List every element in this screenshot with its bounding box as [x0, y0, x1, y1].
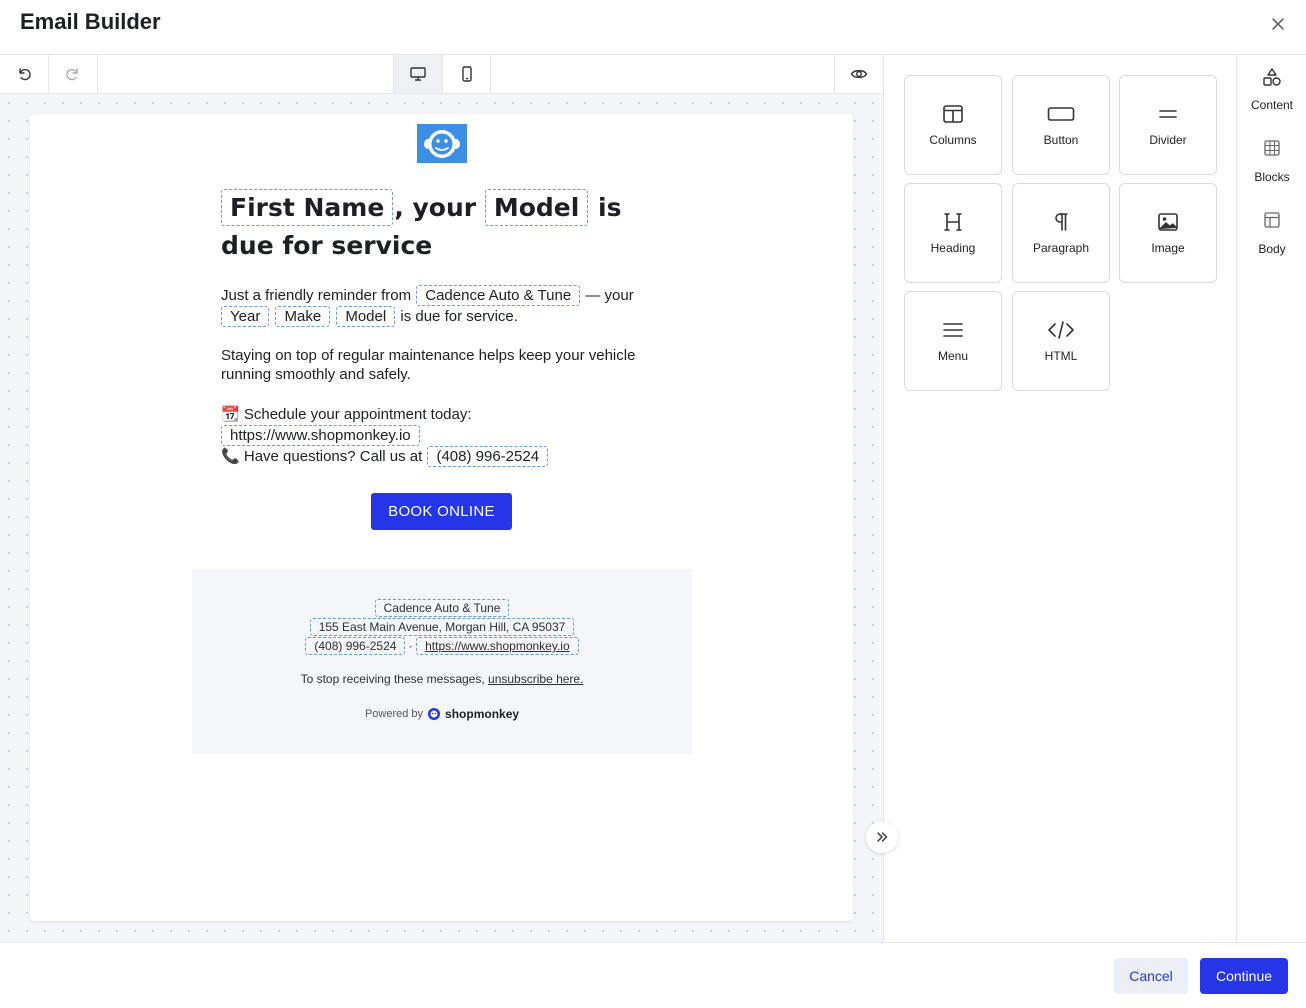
powered-by-text: Powered by: [364, 708, 424, 720]
rail-item-blocks-label: Blocks: [1254, 170, 1290, 184]
image-icon: [1158, 213, 1178, 231]
maintenance-paragraph[interactable]: Staying on top of regular maintenance he…: [221, 346, 671, 384]
tile-button-label: Button: [1043, 133, 1079, 147]
footer-address[interactable]: 155 East Main Avenue, Morgan Hill, CA 95…: [309, 618, 575, 636]
merge-tag-first-name[interactable]: First Name: [221, 189, 394, 226]
tile-heading[interactable]: Heading: [904, 183, 1002, 283]
merge-tag-year[interactable]: Year: [221, 306, 270, 327]
columns-icon: [943, 105, 963, 123]
tile-columns[interactable]: Columns: [904, 75, 1002, 175]
tile-menu[interactable]: Menu: [904, 291, 1002, 391]
unsubscribe-link[interactable]: unsubscribe here.: [488, 672, 583, 686]
tile-button[interactable]: Button: [1012, 75, 1110, 175]
collapse-panel-button[interactable]: [866, 821, 898, 853]
email-body-text: First Name, your Model is due for servic…: [221, 189, 671, 467]
tile-html-label: HTML: [1044, 349, 1078, 363]
mobile-icon: [461, 66, 472, 82]
shop-logo[interactable]: [417, 124, 467, 163]
editor-toolbar: [0, 55, 883, 94]
modal-footer: Cancel Continue: [0, 942, 1306, 1008]
merge-tag-shop-name[interactable]: Cadence Auto & Tune: [416, 285, 581, 306]
email-footer[interactable]: Cadence Auto & Tune 155 East Main Avenue…: [192, 569, 692, 754]
footer-shop-name[interactable]: Cadence Auto & Tune: [374, 599, 510, 617]
tile-image-label: Image: [1151, 241, 1185, 255]
cancel-button[interactable]: Cancel: [1114, 958, 1188, 994]
rail-item-body[interactable]: Body: [1237, 199, 1306, 269]
monkey-logo-icon: [424, 129, 460, 158]
layout-icon: [1264, 212, 1280, 228]
preview-button[interactable]: [835, 55, 882, 93]
merge-tag-phone[interactable]: (408) 996-2524: [427, 446, 549, 467]
footer-website-link[interactable]: https://www.shopmonkey.io: [416, 637, 579, 655]
headline-text-1: , your: [394, 193, 477, 222]
tile-columns-label: Columns: [929, 133, 977, 147]
editor-canvas: First Name, your Model is due for servic…: [0, 94, 883, 942]
rail-item-content[interactable]: Content: [1237, 55, 1306, 125]
reminder-text-3: is due for service.: [400, 308, 518, 325]
tile-paragraph[interactable]: Paragraph: [1012, 183, 1110, 283]
tile-heading-label: Heading: [930, 241, 976, 255]
desktop-icon: [410, 67, 426, 81]
divider-icon: [1159, 110, 1177, 118]
redo-icon: [66, 68, 78, 81]
merge-tag-vehicle-model[interactable]: Model: [336, 306, 396, 327]
undo-icon: [19, 68, 31, 81]
heading-icon: [944, 213, 962, 231]
content-panel: Columns Button Divider Heading Paragraph…: [883, 55, 1236, 942]
modal-title: Email Builder: [20, 9, 161, 34]
rail-item-body-label: Body: [1258, 242, 1286, 256]
eye-icon: [850, 69, 867, 79]
rail-item-content-label: Content: [1250, 98, 1294, 112]
calendar-emoji: 📆: [221, 406, 240, 423]
tile-divider-label: Divider: [1149, 133, 1187, 147]
phone-emoji: 📞: [221, 448, 240, 465]
menu-icon: [943, 323, 963, 337]
shapes-icon: [1263, 68, 1281, 86]
email-preview[interactable]: First Name, your Model is due for servic…: [30, 114, 853, 921]
schedule-text: Schedule your appointment today:: [243, 406, 472, 423]
blocks-icon: [1264, 140, 1280, 156]
undo-button[interactable]: [0, 55, 48, 93]
close-icon: [1272, 18, 1284, 30]
schedule-paragraph[interactable]: 📆 Schedule your appointment today: https…: [221, 404, 671, 467]
tile-paragraph-label: Paragraph: [1032, 241, 1090, 255]
right-rail: Content Blocks Body: [1236, 55, 1306, 942]
paragraph-icon: [1055, 213, 1068, 231]
email-headline[interactable]: First Name, your Model is due for servic…: [221, 189, 671, 265]
footer-phone[interactable]: (408) 996-2524: [305, 637, 406, 655]
shopmonkey-brand: shopmonkey: [445, 707, 520, 721]
tile-html[interactable]: HTML: [1012, 291, 1110, 391]
code-icon: [1048, 321, 1074, 339]
book-online-button[interactable]: BOOK ONLINE: [371, 493, 512, 530]
mobile-view-button[interactable]: [443, 55, 490, 93]
merge-tag-make[interactable]: Make: [275, 306, 331, 327]
shopmonkey-logo-icon: [428, 708, 441, 720]
tile-divider[interactable]: Divider: [1119, 75, 1217, 175]
reminder-text-2: — your: [585, 287, 634, 304]
desktop-view-button[interactable]: [394, 55, 442, 93]
rail-item-blocks[interactable]: Blocks: [1237, 127, 1306, 197]
merge-tag-model[interactable]: Model: [484, 189, 589, 226]
footer-separator: ·: [408, 639, 413, 653]
modal-header: Email Builder: [0, 0, 1306, 55]
double-chevron-right-icon: [877, 832, 888, 842]
unsubscribe-text: To stop receiving these messages,: [300, 672, 485, 686]
button-icon: [1047, 107, 1075, 121]
reminder-paragraph[interactable]: Just a friendly reminder from Cadence Au…: [221, 285, 671, 327]
tile-image[interactable]: Image: [1119, 183, 1217, 283]
reminder-text-1: Just a friendly reminder from: [221, 287, 412, 304]
redo-button[interactable]: [49, 55, 97, 93]
close-button[interactable]: [1266, 12, 1290, 36]
merge-tag-website[interactable]: https://www.shopmonkey.io: [221, 425, 420, 446]
questions-text: Have questions? Call us at: [243, 448, 423, 465]
continue-button[interactable]: Continue: [1200, 958, 1288, 994]
tile-menu-label: Menu: [937, 349, 969, 363]
